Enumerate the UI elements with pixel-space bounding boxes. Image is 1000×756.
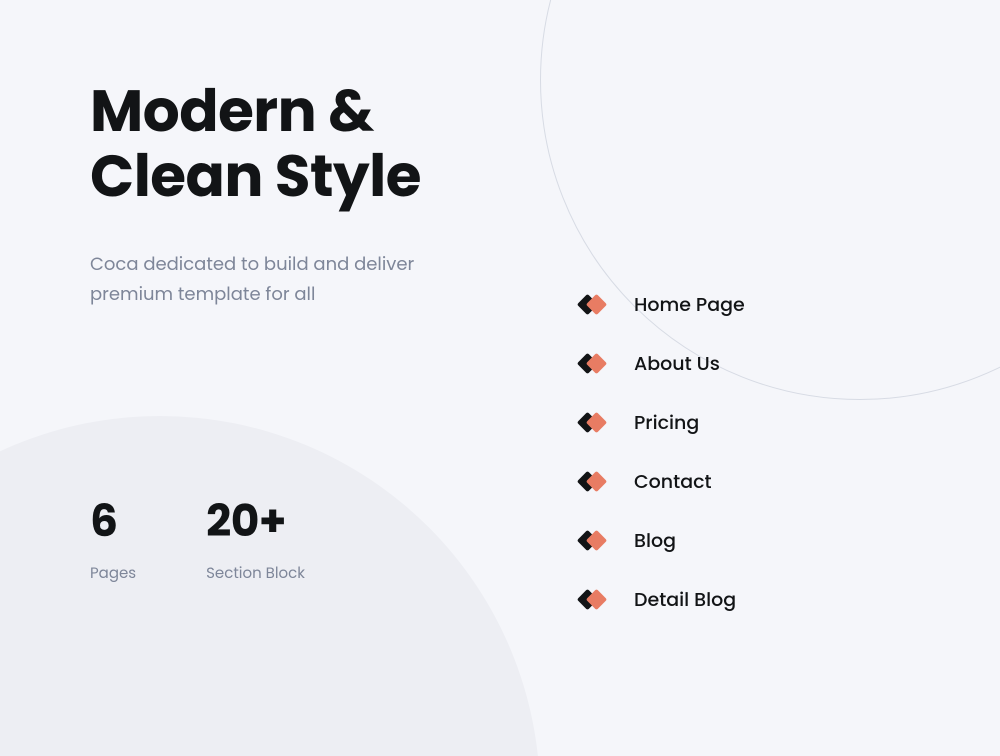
diamond-icon [580, 353, 608, 375]
page-item-label: Pricing [634, 408, 699, 437]
page-item-home: Home Page [580, 290, 745, 319]
diamond-icon [580, 530, 608, 552]
diamond-icon [580, 589, 608, 611]
stat-sections-value: 20+ [206, 489, 305, 554]
stat-pages-label: Pages [90, 562, 136, 585]
page-item-label: About Us [634, 349, 720, 378]
diamond-icon [580, 294, 608, 316]
page-list: Home Page About Us Pricing Contact Blog … [580, 290, 745, 614]
stat-sections: 20+ Section Block [206, 489, 305, 585]
page-title-line2: Clean Style [90, 136, 421, 217]
page-item-blog: Blog [580, 526, 745, 555]
page-item-label: Blog [634, 526, 676, 555]
diamond-icon [580, 471, 608, 493]
stats-row: 6 Pages 20+ Section Block [90, 489, 910, 585]
stat-sections-label: Section Block [206, 562, 305, 585]
page-item-label: Detail Blog [634, 585, 736, 614]
stat-pages-value: 6 [90, 489, 136, 554]
page-subtitle: Coca dedicated to build and deliver prem… [90, 250, 490, 309]
page-item-contact: Contact [580, 467, 745, 496]
page-item-pricing: Pricing [580, 408, 745, 437]
page-title: Modern & Clean Style [90, 80, 910, 210]
page-item-label: Home Page [634, 290, 745, 319]
hero-section: Modern & Clean Style Coca dedicated to b… [0, 0, 1000, 756]
page-item-label: Contact [634, 467, 712, 496]
page-item-about: About Us [580, 349, 745, 378]
page-item-detail-blog: Detail Blog [580, 585, 745, 614]
diamond-icon [580, 412, 608, 434]
stat-pages: 6 Pages [90, 489, 136, 585]
